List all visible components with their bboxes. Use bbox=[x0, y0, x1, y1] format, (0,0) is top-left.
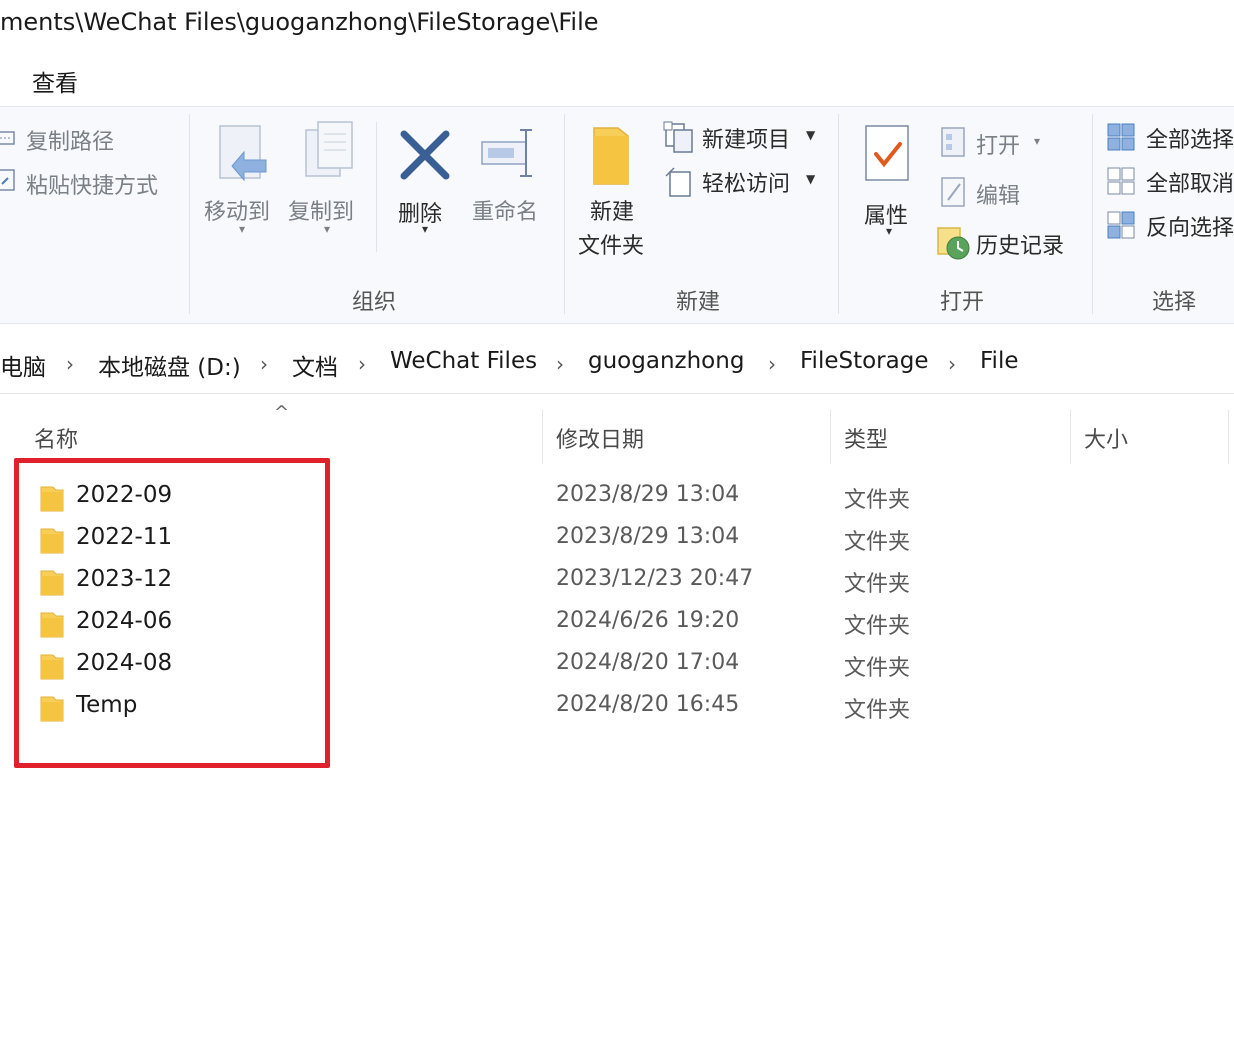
file-type: 文件夹 bbox=[844, 488, 911, 513]
ribbon-divider bbox=[564, 114, 565, 314]
edit-button[interactable]: 编辑 bbox=[976, 178, 1020, 210]
breadcrumb-item[interactable]: 电脑 bbox=[0, 348, 46, 382]
column-header-type[interactable]: 类型 bbox=[844, 422, 888, 454]
easy-access-icon bbox=[665, 167, 691, 197]
column-header-date[interactable]: 修改日期 bbox=[556, 422, 644, 454]
ribbon-divider bbox=[189, 114, 190, 314]
breadcrumb-chevron-icon[interactable]: › bbox=[556, 352, 564, 376]
new-item-icon bbox=[663, 121, 693, 153]
ribbon-divider bbox=[376, 122, 377, 252]
breadcrumb-chevron-icon[interactable]: › bbox=[358, 352, 366, 376]
file-type: 文件夹 bbox=[844, 530, 911, 555]
new-folder-button[interactable]: 新建 bbox=[590, 194, 634, 226]
edit-icon bbox=[941, 177, 965, 207]
open-button[interactable]: 打开 bbox=[976, 128, 1020, 160]
rename-icon bbox=[481, 129, 532, 177]
file-date: 2024/6/26 19:20 bbox=[556, 608, 740, 633]
column-divider[interactable] bbox=[1070, 410, 1071, 464]
delete-button[interactable]: 删除 bbox=[398, 196, 442, 228]
column-header-name[interactable]: 名称 bbox=[34, 422, 78, 454]
delete-icon bbox=[400, 130, 450, 180]
easy-access-button[interactable]: 轻松访问 bbox=[702, 166, 790, 198]
file-type: 文件夹 bbox=[844, 614, 911, 639]
open-icon bbox=[941, 127, 965, 157]
window-title: ments\WeChat Files\guoganzhong\FileStora… bbox=[0, 8, 599, 36]
ribbon-divider bbox=[1092, 114, 1093, 314]
history-icon bbox=[937, 227, 970, 260]
file-type: 文件夹 bbox=[844, 572, 911, 597]
column-header-size[interactable]: 大小 bbox=[1084, 422, 1128, 454]
easy-access-dropdown-icon[interactable]: ▼ bbox=[806, 172, 815, 186]
file-date: 2023/8/29 13:04 bbox=[556, 524, 740, 549]
highlight-annotation-box bbox=[14, 458, 330, 768]
properties-dropdown-icon[interactable]: ▾ bbox=[886, 224, 892, 238]
group-label-select: 选择 bbox=[1152, 290, 1197, 315]
copy-to-icon bbox=[305, 121, 353, 177]
paste-shortcut-icon bbox=[0, 169, 15, 191]
breadcrumb-item[interactable]: WeChat Files bbox=[390, 348, 537, 374]
file-date: 2024/8/20 16:45 bbox=[556, 692, 740, 717]
file-date: 2023/8/29 13:04 bbox=[556, 482, 740, 507]
select-all-icon bbox=[1107, 123, 1135, 151]
column-divider[interactable] bbox=[542, 410, 543, 464]
column-divider[interactable] bbox=[830, 410, 831, 464]
invert-selection-icon bbox=[1107, 211, 1135, 239]
breadcrumb-item[interactable]: guoganzhong bbox=[588, 348, 744, 374]
properties-icon bbox=[865, 125, 909, 181]
file-date: 2024/8/20 17:04 bbox=[556, 650, 740, 675]
copy-path-button[interactable]: 复制路径 bbox=[26, 124, 114, 156]
move-to-icon bbox=[219, 125, 267, 182]
menu-tab-view[interactable]: 查看 bbox=[32, 64, 78, 98]
column-divider[interactable] bbox=[1228, 410, 1229, 464]
breadcrumb-item[interactable]: File bbox=[980, 348, 1019, 374]
breadcrumb-chevron-icon[interactable]: › bbox=[66, 352, 74, 376]
group-label-organize: 组织 bbox=[352, 290, 397, 315]
open-dropdown-icon[interactable]: ▾ bbox=[1034, 134, 1040, 148]
select-none-button[interactable]: 全部取消 bbox=[1146, 166, 1234, 198]
new-item-button[interactable]: 新建项目 bbox=[702, 122, 790, 154]
move-to-dropdown-icon[interactable]: ▾ bbox=[239, 222, 245, 236]
group-label-new: 新建 bbox=[676, 290, 721, 315]
breadcrumb-item[interactable]: 文档 bbox=[292, 348, 338, 382]
new-item-dropdown-icon[interactable]: ▼ bbox=[806, 128, 815, 142]
ribbon-divider bbox=[838, 114, 839, 314]
move-to-button[interactable]: 移动到 bbox=[204, 194, 270, 226]
new-folder-button-line2[interactable]: 文件夹 bbox=[578, 228, 644, 260]
delete-dropdown-icon[interactable]: ▾ bbox=[422, 222, 428, 236]
history-button[interactable]: 历史记录 bbox=[976, 228, 1064, 260]
file-type: 文件夹 bbox=[844, 656, 911, 681]
file-type: 文件夹 bbox=[844, 698, 911, 723]
breadcrumb-chevron-icon[interactable]: › bbox=[948, 352, 956, 376]
breadcrumb-item[interactable]: 本地磁盘 (D:) bbox=[98, 348, 241, 382]
select-none-icon bbox=[1107, 167, 1135, 195]
paste-shortcut-button[interactable]: 粘贴快捷方式 bbox=[26, 168, 158, 200]
invert-selection-button[interactable]: 反向选择 bbox=[1146, 210, 1234, 242]
breadcrumb-item[interactable]: FileStorage bbox=[800, 348, 928, 374]
copy-to-dropdown-icon[interactable]: ▾ bbox=[324, 222, 330, 236]
copy-to-button[interactable]: 复制到 bbox=[288, 194, 354, 226]
breadcrumb-chevron-icon[interactable]: › bbox=[768, 352, 776, 376]
select-all-button[interactable]: 全部选择 bbox=[1146, 122, 1234, 154]
file-date: 2023/12/23 20:47 bbox=[556, 566, 754, 591]
breadcrumb-chevron-icon[interactable]: › bbox=[260, 352, 268, 376]
copy-path-icon bbox=[0, 131, 15, 145]
sort-ascending-icon: ^ bbox=[274, 402, 290, 423]
rename-button[interactable]: 重命名 bbox=[472, 194, 538, 226]
new-folder-icon bbox=[593, 127, 629, 185]
title-bar: ments\WeChat Files\guoganzhong\FileStora… bbox=[0, 0, 1234, 52]
group-label-open: 打开 bbox=[940, 290, 985, 315]
